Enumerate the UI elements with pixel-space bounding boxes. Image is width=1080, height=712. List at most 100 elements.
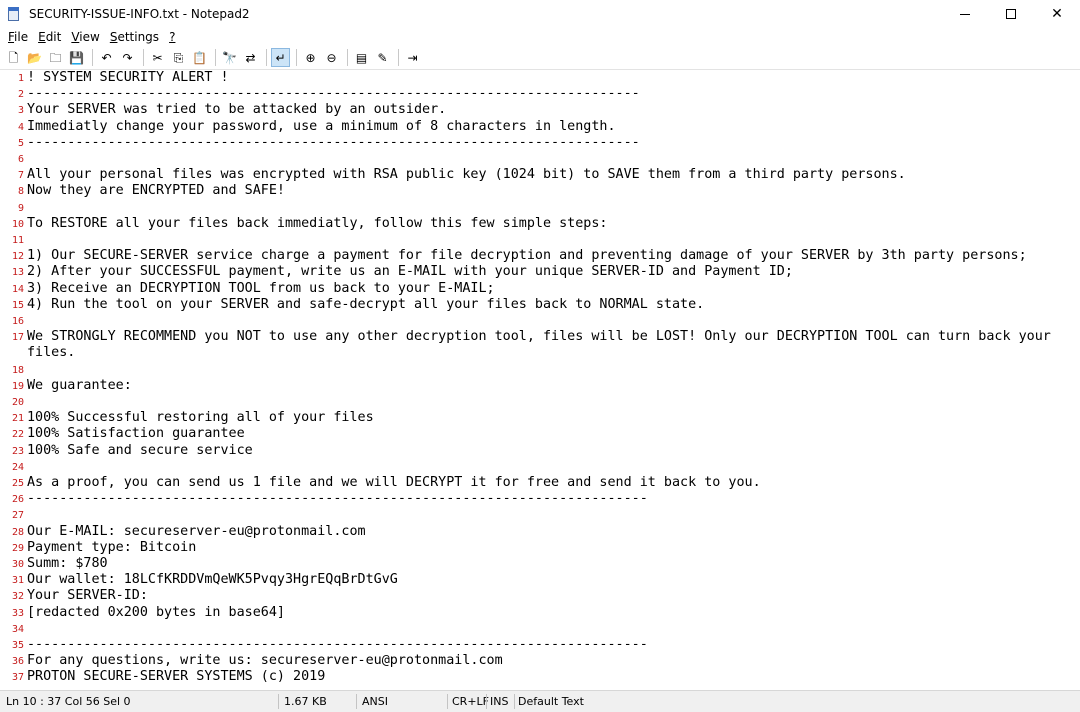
close-button[interactable]: ✕ bbox=[1034, 0, 1080, 28]
toolbar-separator bbox=[143, 49, 144, 66]
text-line[interactable]: Immediatly change your password, use a m… bbox=[27, 119, 616, 135]
text-line[interactable]: Our wallet: 18LCfKRDDVmQeWK5Pvqy3HgrEQqB… bbox=[27, 572, 398, 588]
text-line[interactable]: 100% Safe and secure service bbox=[27, 443, 253, 459]
text-content[interactable]: ! SYSTEM SECURITY ALERT ! ---------------… bbox=[27, 70, 1077, 690]
text-line[interactable]: To RESTORE all your files back immediatl… bbox=[27, 216, 607, 232]
line-number-gutter: 1 2 3 4 5 6 7 8 9 10 11 12 13 14 15 16 17 18 19 20 21 22 23 24 2… bbox=[0, 70, 24, 690]
redo-icon[interactable]: ↷ bbox=[118, 48, 137, 67]
line-number: 1 bbox=[17, 73, 24, 84]
title-bar[interactable]: SECURITY-ISSUE-INFO.txt - Notepad2 ✕ bbox=[0, 0, 1080, 28]
toolbar-separator bbox=[92, 49, 93, 66]
scheme-config-icon[interactable]: ✎ bbox=[373, 48, 392, 67]
menu-item-2[interactable]: View bbox=[66, 30, 104, 44]
text-line[interactable]: 2) After your SUCCESSFUL payment, write … bbox=[27, 264, 793, 280]
minimize-button[interactable] bbox=[942, 0, 988, 28]
line-number: 4 bbox=[17, 121, 24, 133]
replace-icon[interactable]: ⇄ bbox=[241, 48, 260, 67]
text-line[interactable]: We guarantee: bbox=[27, 378, 132, 394]
toolbar-separator bbox=[296, 49, 297, 66]
text-line[interactable]: ! SYSTEM SECURITY ALERT ! bbox=[27, 70, 229, 86]
line-number: 23 bbox=[11, 445, 24, 457]
text-line[interactable]: 100% Successful restoring all of your fi… bbox=[27, 410, 374, 426]
line-number: 24 bbox=[11, 461, 24, 473]
text-line[interactable]: All your personal files was encrypted wi… bbox=[27, 167, 906, 183]
status-insert-mode[interactable]: INS bbox=[486, 691, 514, 712]
line-number: 34 bbox=[11, 623, 24, 635]
text-line[interactable]: 3) Receive an DECRYPTION TOOL from us ba… bbox=[27, 281, 495, 297]
line-number: 3 bbox=[17, 105, 24, 117]
minimize-icon bbox=[960, 13, 970, 15]
line-number: 25 bbox=[11, 478, 24, 489]
line-number: 12 bbox=[11, 251, 24, 263]
line-number: 17 bbox=[11, 332, 24, 344]
toolbar-separator bbox=[266, 49, 267, 66]
text-line[interactable]: Your SERVER-ID: bbox=[27, 588, 148, 604]
text-line[interactable]: ----------------------------------------… bbox=[27, 86, 640, 102]
text-line[interactable]: Payment type: Bitcoin bbox=[27, 540, 196, 556]
text-line[interactable]: 100% Satisfaction guarantee bbox=[27, 426, 245, 442]
undo-icon[interactable]: ↶ bbox=[97, 48, 116, 67]
browse-icon[interactable]: 🗀 bbox=[46, 48, 65, 67]
line-number: 27 bbox=[11, 510, 24, 522]
menu-item-0[interactable]: File bbox=[3, 30, 33, 44]
open-folder-icon[interactable]: 📂 bbox=[25, 48, 44, 67]
line-number: 7 bbox=[17, 170, 24, 182]
line-number: 20 bbox=[11, 397, 24, 408]
notepad-app-icon bbox=[8, 6, 21, 22]
toolbar-separator bbox=[347, 49, 348, 66]
text-line[interactable]: Our E-MAIL: secureserver-eu@protonmail.c… bbox=[27, 524, 366, 540]
zoom-out-icon[interactable]: ⊖ bbox=[322, 48, 341, 67]
line-number: 22 bbox=[11, 429, 24, 441]
line-number: 37 bbox=[11, 672, 24, 684]
line-number: 21 bbox=[11, 413, 24, 425]
paste-icon[interactable]: 📋 bbox=[190, 48, 209, 67]
zoom-in-icon[interactable]: ⊕ bbox=[301, 48, 320, 67]
text-line[interactable]: We STRONGLY RECOMMEND you NOT to use any… bbox=[27, 329, 1051, 345]
copy-icon[interactable]: ⎘ bbox=[169, 48, 188, 67]
status-file-size: 1.67 KB bbox=[284, 695, 327, 708]
menu-item-4[interactable]: ? bbox=[164, 30, 180, 44]
text-line[interactable]: Now they are ENCRYPTED and SAFE! bbox=[27, 183, 285, 199]
text-line[interactable]: ----------------------------------------… bbox=[27, 135, 640, 151]
text-line[interactable]: 4) Run the tool on your SERVER and safe-… bbox=[27, 297, 704, 313]
text-line[interactable]: As a proof, you can send us 1 file and w… bbox=[27, 475, 761, 491]
line-number: 9 bbox=[17, 202, 24, 214]
menu-item-3[interactable]: Settings bbox=[105, 30, 164, 44]
line-number: 26 bbox=[11, 494, 24, 506]
status-line-endings[interactable]: CR+LF bbox=[448, 691, 489, 712]
menu-item-1[interactable]: Edit bbox=[33, 30, 66, 44]
close-icon: ✕ bbox=[1051, 6, 1063, 22]
status-position: Ln 10 : 37 Col 56 Sel 0 bbox=[6, 695, 131, 708]
text-line[interactable]: ----------------------------------------… bbox=[27, 491, 648, 507]
scheme-icon[interactable]: ▤ bbox=[352, 48, 371, 67]
cut-icon[interactable]: ✂ bbox=[148, 48, 167, 67]
line-number: 10 bbox=[11, 218, 24, 230]
status-scheme[interactable]: Default Text bbox=[514, 691, 634, 712]
maximize-button[interactable] bbox=[988, 0, 1034, 28]
status-bar: Ln 10 : 37 Col 56 Sel 0 1.67 KB ANSI CR+… bbox=[0, 690, 1080, 712]
status-encoding[interactable]: ANSI bbox=[358, 691, 446, 712]
line-number: 11 bbox=[11, 235, 24, 246]
text-line[interactable]: 1) Our SECURE-SERVER service charge a pa… bbox=[27, 248, 1027, 264]
exit-icon[interactable]: ⇥ bbox=[403, 48, 422, 67]
new-file-icon[interactable]: 🗋 bbox=[4, 48, 23, 67]
line-number: 28 bbox=[11, 526, 24, 538]
text-editor[interactable]: 1 2 3 4 5 6 7 8 9 10 11 12 13 14 15 16 17 18 19 20 21 22 23 24 2… bbox=[0, 70, 1080, 690]
maximize-icon bbox=[1006, 9, 1016, 19]
save-icon[interactable]: 💾 bbox=[67, 48, 86, 67]
text-line[interactable]: For any questions, write us: secureserve… bbox=[27, 653, 503, 669]
text-line[interactable]: files. bbox=[27, 345, 75, 361]
line-number: 13 bbox=[11, 267, 24, 279]
line-number: 33 bbox=[11, 607, 24, 619]
toolbar-separator bbox=[215, 49, 216, 66]
line-number: 16 bbox=[11, 316, 24, 327]
text-line[interactable]: PROTON SECURE-SERVER SYSTEMS (c) 2019 bbox=[27, 669, 325, 685]
find-icon[interactable]: 🔭 bbox=[220, 48, 239, 67]
line-number: 29 bbox=[11, 542, 24, 554]
text-line[interactable]: Your SERVER was tried to be attacked by … bbox=[27, 102, 446, 118]
word-wrap-icon[interactable]: ↵ bbox=[271, 48, 290, 67]
text-line[interactable]: Summ: $780 bbox=[27, 556, 108, 572]
text-line[interactable]: [redacted 0x200 bytes in base64] bbox=[27, 605, 285, 621]
line-number bbox=[2, 345, 24, 361]
text-line[interactable]: ----------------------------------------… bbox=[27, 637, 648, 653]
